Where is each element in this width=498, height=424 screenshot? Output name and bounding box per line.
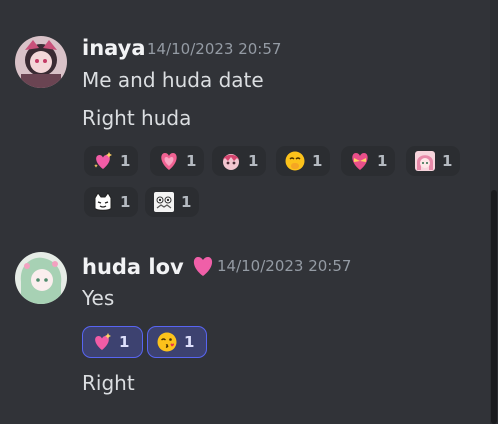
avatar[interactable] (15, 36, 67, 88)
reaction-heart-with-ribbon[interactable]: 1 (341, 146, 396, 176)
sparkling-heart-icon (94, 152, 112, 169)
reaction-hand-over-mouth[interactable]: 1 (276, 146, 331, 176)
message-text: Right huda (82, 106, 192, 130)
message-text: Yes (82, 286, 115, 310)
sparkling-heart-icon (95, 333, 111, 350)
reaction-count: 1 (181, 192, 192, 211)
reaction-count: 1 (248, 151, 259, 170)
username-text[interactable]: huda lov (82, 255, 184, 279)
heart-with-ribbon-icon (352, 153, 368, 170)
message-text: Right (82, 371, 135, 395)
reaction-count: 1 (186, 151, 197, 170)
reaction-count: 1 (312, 151, 323, 170)
scrollbar-thumb[interactable] (491, 190, 497, 424)
reaction-count: 1 (442, 151, 453, 170)
reaction-cute-chibi-sticker[interactable]: 1 (145, 187, 200, 217)
reaction-cat-face-sticker[interactable]: 1 (84, 187, 139, 217)
cat-face-sticker-icon (94, 192, 112, 211)
reaction-anime-girl-sticker[interactable]: 1 (406, 146, 461, 176)
hand-over-mouth-icon (285, 151, 305, 171)
reaction-count: 1 (120, 151, 131, 170)
username[interactable]: inaya (82, 38, 146, 59)
reaction-count: 1 (120, 192, 131, 211)
reaction-sparkling-heart[interactable]: 1 (82, 326, 143, 358)
growing-heart-icon (161, 153, 177, 170)
reaction-anime-sticker[interactable]: 1 (212, 146, 267, 176)
reaction-sparkling-heart[interactable]: 1 (84, 146, 139, 176)
username[interactable]: huda lov (82, 254, 216, 282)
pink-heart-icon (190, 254, 216, 282)
reaction-growing-heart[interactable]: 1 (150, 146, 205, 176)
message-text: Me and huda date (82, 68, 264, 92)
face-blowing-kiss-icon (157, 332, 177, 352)
cute-chibi-sticker-icon (154, 192, 174, 212)
reaction-count: 1 (184, 332, 195, 351)
reaction-count: 1 (119, 332, 130, 351)
timestamp: 14/10/2023 20:57 (217, 257, 352, 275)
avatar[interactable] (15, 252, 67, 304)
reaction-count: 1 (377, 151, 388, 170)
reaction-face-blowing-kiss[interactable]: 1 (147, 326, 207, 358)
anime-girl-sticker-icon (415, 151, 435, 171)
anime-sticker-icon (223, 154, 239, 170)
timestamp: 14/10/2023 20:57 (147, 40, 282, 58)
